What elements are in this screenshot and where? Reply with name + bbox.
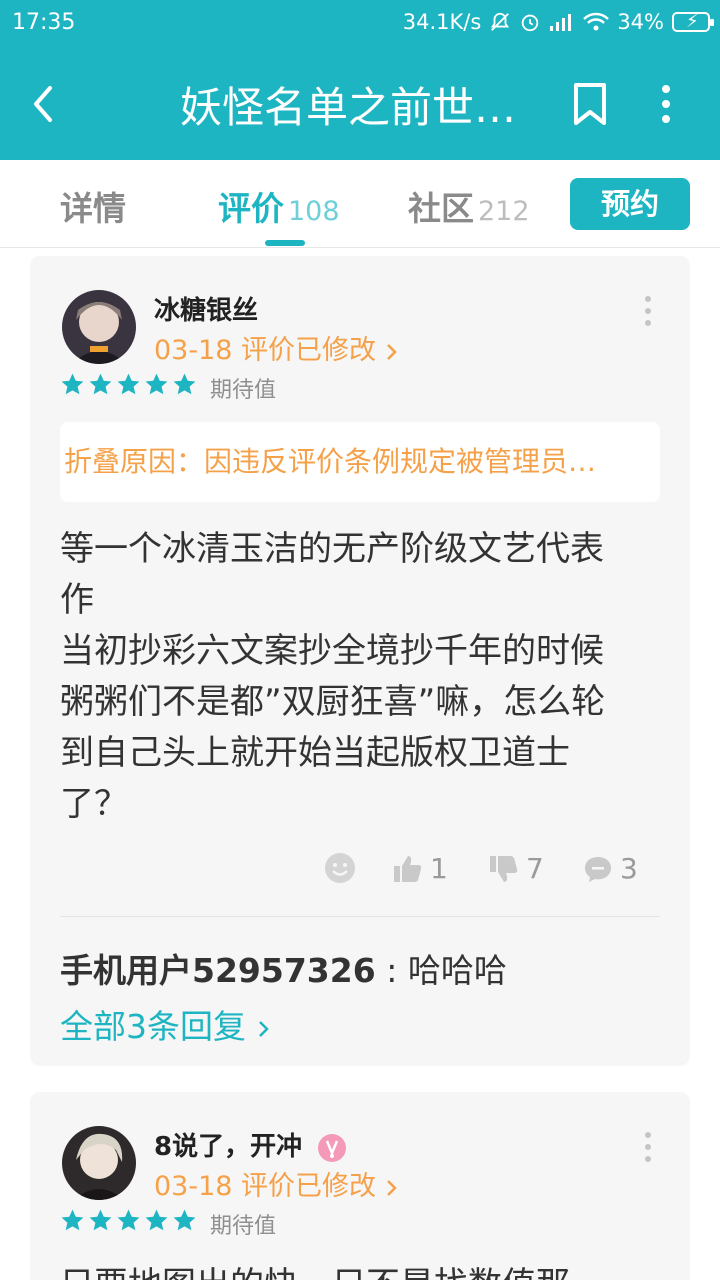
app-header: 妖怪名单之前世… [0, 48, 720, 160]
review-date[interactable]: 03-18 评价已修改 [154, 1164, 399, 1203]
tab-details[interactable]: 详情 [60, 182, 126, 230]
chevron-right-icon [258, 1020, 269, 1037]
star-icon [61, 1209, 84, 1231]
star-icon [89, 1209, 112, 1231]
tab-community[interactable]: 社区 212 [408, 182, 530, 230]
rating-stars [60, 1208, 197, 1233]
reply-text: 哈哈哈 [407, 951, 507, 990]
back-icon[interactable] [24, 80, 64, 128]
signal-icon [550, 14, 572, 31]
review-card: 8说了，开冲 03-18 评价已修改 期待值 只要地图出的快，只不是找数值那 [30, 1092, 690, 1280]
more-vertical-icon[interactable] [646, 82, 686, 126]
star-icon [173, 373, 196, 395]
review-date-text: 03-18 评价已修改 [154, 1171, 377, 1202]
emoji-react-button[interactable] [324, 852, 356, 884]
mute-bell-icon [491, 12, 510, 31]
like-count: 1 [430, 852, 448, 885]
chevron-right-icon [386, 1179, 397, 1196]
review-date[interactable]: 03-18 评价已修改 [154, 328, 399, 367]
reply-separator: : [375, 951, 408, 990]
tab-reviews[interactable]: 评价 108 [218, 182, 340, 230]
status-time: 17:35 [12, 10, 76, 35]
active-tab-indicator [265, 240, 305, 246]
page-title: 妖怪名单之前世… [180, 83, 517, 132]
thumbs-down-icon [490, 855, 518, 882]
wifi-icon [583, 12, 610, 31]
battery-icon: ⚡ [672, 11, 714, 32]
star-icon [145, 1209, 168, 1231]
rating-stars [60, 372, 197, 397]
star-icon [173, 1209, 196, 1231]
comment-count: 3 [620, 852, 638, 885]
like-button[interactable]: 1 [392, 852, 448, 885]
tab-bar: 详情 评价 108 社区 212 预约 [0, 160, 720, 248]
star-icon [145, 373, 168, 395]
thumbs-up-icon [394, 855, 422, 882]
battery-percent: 34% [617, 10, 664, 34]
review-more-icon[interactable] [638, 1130, 658, 1164]
alarm-icon [522, 14, 539, 32]
smiley-icon [325, 853, 355, 883]
dislike-count: 7 [526, 852, 544, 885]
avatar[interactable] [62, 1126, 136, 1200]
review-actions: 1 7 3 [30, 852, 690, 892]
tab-details-label: 详情 [60, 189, 126, 228]
status-icons: 34.1K/s 34% ⚡ [402, 10, 714, 34]
review-date-text: 03-18 评价已修改 [154, 335, 377, 366]
comment-icon [585, 856, 611, 882]
reply-preview[interactable]: 手机用户52957326 : 哈哈哈 [60, 944, 507, 992]
review-username[interactable]: 8说了，开冲 [154, 1126, 347, 1163]
review-text: 只要地图出的快，只不是找数值那 [60, 1260, 660, 1280]
review-text: 等一个冰清玉洁的无产阶级文艺代表 作 当初抄彩六文案抄全境抄千年的时候 粥粥们不… [60, 529, 606, 824]
dislike-button[interactable]: 7 [488, 852, 544, 885]
status-bar: 17:35 34.1K/s 34% ⚡ [0, 0, 720, 48]
star-icon [89, 373, 112, 395]
tab-community-count: 212 [478, 196, 530, 227]
review-card: 冰糖银丝 03-18 评价已修改 期待值 折叠原因：因违反评价条例规定被管理员…… [30, 256, 690, 1066]
bookmark-icon[interactable] [570, 82, 610, 126]
tab-reviews-count: 108 [288, 196, 340, 227]
tab-community-label: 社区 [408, 189, 474, 228]
all-replies-label: 全部3条回复 [60, 1007, 246, 1046]
review-username-text: 8说了，开冲 [154, 1132, 303, 1162]
divider [60, 916, 660, 917]
tab-reviews-label: 评价 [218, 189, 284, 228]
reserve-button[interactable]: 预约 [570, 178, 690, 230]
star-icon [61, 373, 84, 395]
comment-button[interactable]: 3 [582, 852, 638, 885]
avatar[interactable] [62, 290, 136, 364]
review-username[interactable]: 冰糖银丝 [154, 290, 258, 327]
star-icon [117, 373, 140, 395]
review-more-icon[interactable] [638, 294, 658, 328]
rating-label: 期待值 [210, 1214, 277, 1239]
reply-username: 手机用户52957326 [60, 951, 376, 990]
all-replies-link[interactable]: 全部3条回复 [60, 1000, 271, 1048]
rating-label: 期待值 [210, 378, 277, 403]
pink-badge-icon [318, 1133, 347, 1162]
net-speed: 34.1K/s [402, 10, 482, 34]
star-icon [117, 1209, 140, 1231]
chevron-right-icon [386, 343, 397, 360]
fold-reason[interactable]: 折叠原因：因违反评价条例规定被管理员… [60, 422, 660, 502]
